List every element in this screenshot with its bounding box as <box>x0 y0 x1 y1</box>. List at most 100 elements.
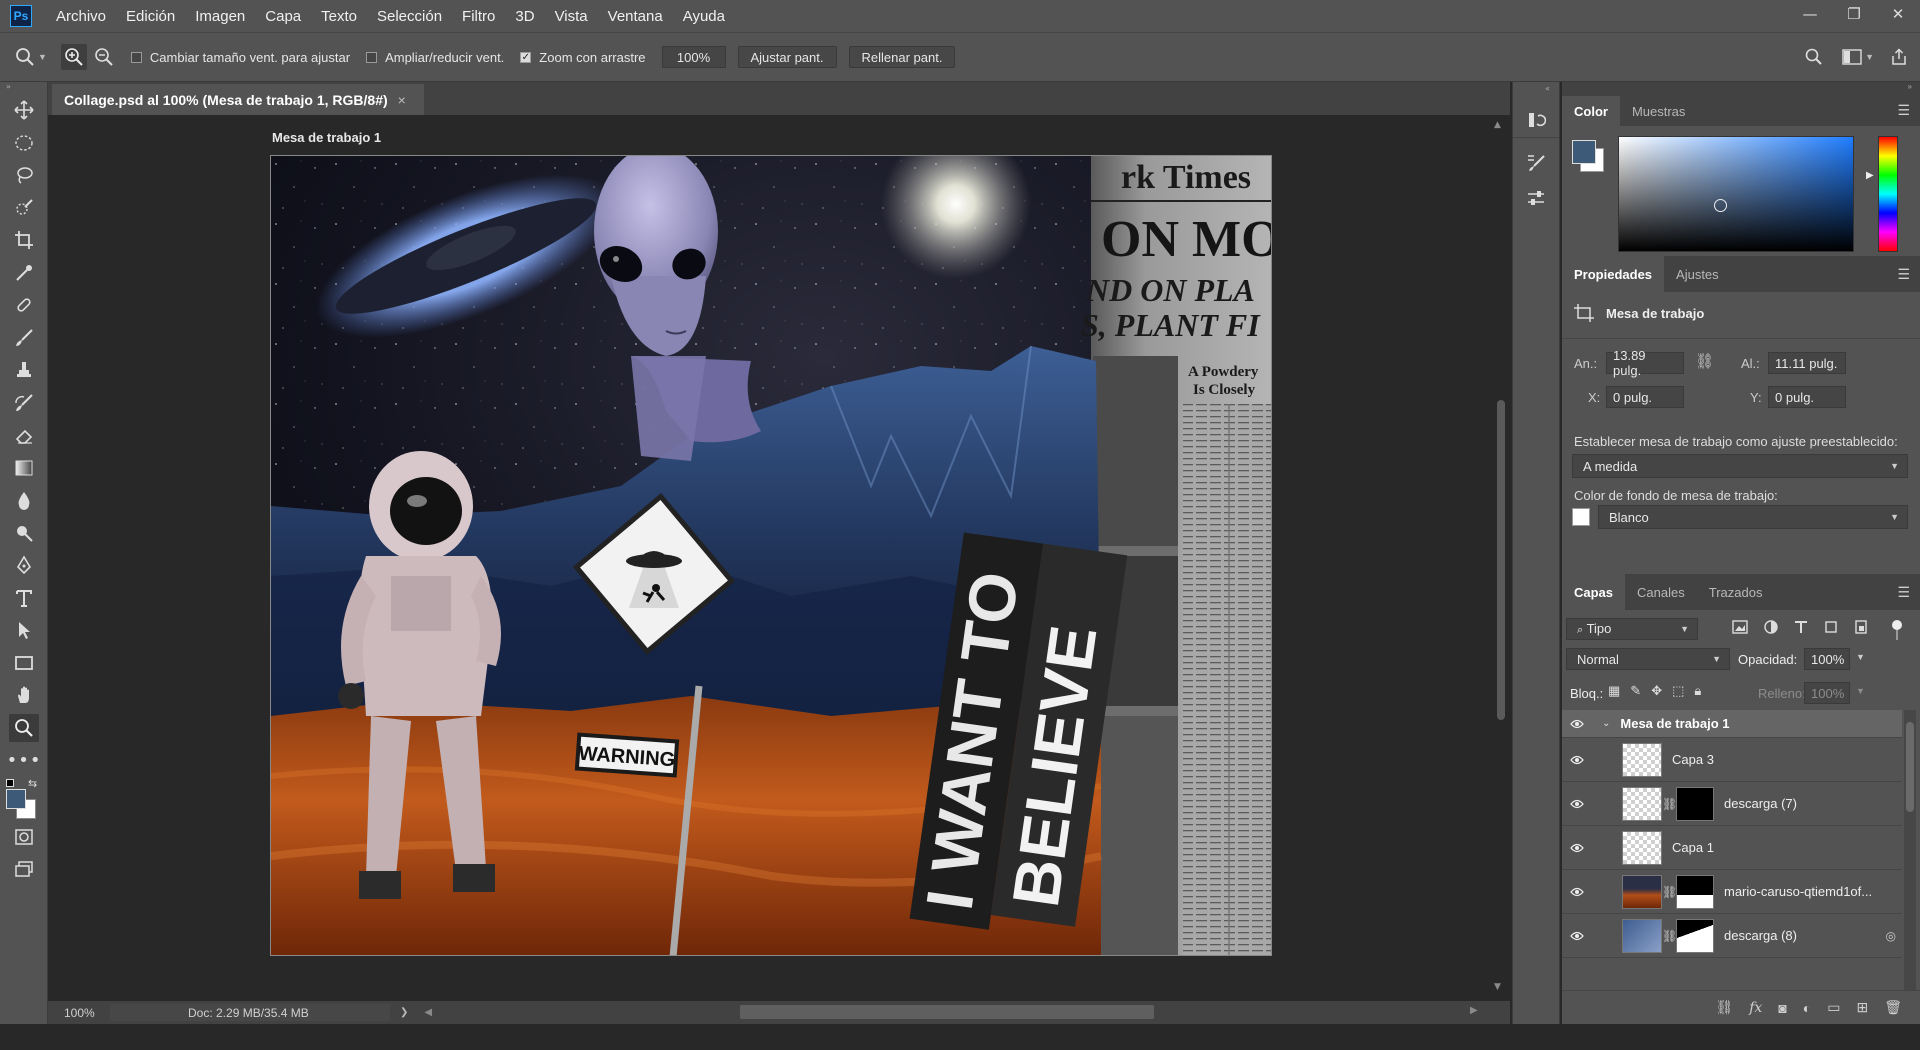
link-mask-icon[interactable]: ⛓ <box>1662 885 1677 899</box>
close-window-button[interactable]: ✕ <box>1876 0 1920 28</box>
chevron-down-icon[interactable]: ▼ <box>1856 686 1865 696</box>
menu-seleccion[interactable]: Selección <box>367 8 452 25</box>
blur-tool[interactable] <box>0 484 48 517</box>
tab-layers[interactable]: Capas <box>1562 574 1626 610</box>
eyedropper-tool[interactable] <box>0 257 48 290</box>
status-doc-info[interactable]: Doc: 2.29 MB/35.4 MB <box>110 1004 390 1021</box>
filter-toggle-icon[interactable] <box>1892 620 1902 630</box>
tab-channels[interactable]: Canales <box>1625 574 1697 610</box>
gradient-tool[interactable] <box>0 452 48 485</box>
menu-archivo[interactable]: Archivo <box>46 8 116 25</box>
vertical-scrollbar-thumb[interactable] <box>1497 400 1505 720</box>
pixel-filter-icon[interactable] <box>1732 620 1748 634</box>
collapse-icon[interactable]: « <box>1513 82 1559 102</box>
tab-swatches[interactable]: Muestras <box>1620 96 1697 126</box>
quick-selection-tool[interactable] <box>0 192 48 225</box>
scroll-down-icon[interactable]: ▼ <box>1494 982 1501 992</box>
lock-image-icon[interactable]: ✎ <box>1630 683 1641 699</box>
link-layers-icon[interactable]: ⛓ <box>1715 999 1733 1016</box>
y-field[interactable]: 0 pulg. <box>1768 386 1846 408</box>
bg-color-swatch[interactable] <box>1572 508 1590 526</box>
layer-style-icon[interactable]: ◎ <box>1886 929 1896 943</box>
width-field[interactable]: 13.89 pulg. <box>1606 348 1684 378</box>
lock-all-icon[interactable]: 🔒︎ <box>1694 683 1701 699</box>
zoom-all-windows-checkbox[interactable]: Ampliar/reducir vent. <box>366 50 504 65</box>
color-picker-cursor[interactable] <box>1714 199 1727 212</box>
tab-adjustments[interactable]: Ajustes <box>1664 256 1731 292</box>
layers-scrollbar-thumb[interactable] <box>1906 722 1914 812</box>
scroll-left-icon[interactable]: ◀ <box>424 1007 432 1018</box>
artboard-label[interactable]: Mesa de trabajo 1 <box>272 130 381 145</box>
link-dimensions-icon[interactable]: ⛓ <box>1695 352 1714 370</box>
adjustments-sliders-icon[interactable] <box>1513 180 1559 216</box>
layer-mask-thumbnail[interactable] <box>1676 874 1714 909</box>
crop-tool[interactable] <box>0 224 48 257</box>
visibility-eye-icon[interactable] <box>1562 931 1592 941</box>
rectangle-tool[interactable] <box>0 647 48 680</box>
menu-edicion[interactable]: Edición <box>116 8 185 25</box>
scroll-up-icon[interactable]: ▲ <box>1494 120 1501 130</box>
move-tool[interactable] <box>0 94 48 127</box>
chevron-down-icon[interactable]: ⌄ <box>1602 718 1610 729</box>
default-colors-icon[interactable] <box>6 778 14 787</box>
layer-mask-thumbnail[interactable] <box>1676 786 1714 821</box>
layer-group-row[interactable]: ⌄ Mesa de trabajo 1 <box>1562 710 1902 738</box>
new-layer-icon[interactable]: ⊞ <box>1856 999 1868 1016</box>
fill-field[interactable]: 100% <box>1804 682 1850 704</box>
layer-row[interactable]: Capa 1 <box>1562 826 1902 870</box>
dodge-tool[interactable] <box>0 517 48 550</box>
share-icon[interactable] <box>1886 44 1912 70</box>
layers-scrollbar[interactable] <box>1904 710 1916 1010</box>
panel-menu-icon[interactable]: ☰ <box>1897 102 1910 119</box>
visibility-eye-icon[interactable] <box>1562 719 1592 729</box>
color-picker-field[interactable] <box>1618 136 1854 252</box>
path-selection-tool[interactable] <box>0 614 48 647</box>
healing-brush-tool[interactable] <box>0 289 48 322</box>
search-icon[interactable] <box>1801 44 1827 70</box>
visibility-eye-icon[interactable] <box>1562 755 1592 765</box>
link-mask-icon[interactable]: ⛓ <box>1662 929 1677 943</box>
shape-filter-icon[interactable] <box>1824 620 1838 634</box>
menu-capa[interactable]: Capa <box>255 8 311 25</box>
layer-row[interactable]: ⛓ mario-caruso-qtiemd1of... <box>1562 870 1902 914</box>
panel-menu-icon[interactable]: ☰ <box>1897 584 1910 601</box>
menu-filtro[interactable]: Filtro <box>452 8 505 25</box>
type-filter-icon[interactable] <box>1794 620 1808 634</box>
workspace-icon[interactable] <box>1839 44 1865 70</box>
lasso-tool[interactable] <box>0 159 48 192</box>
menu-vista[interactable]: Vista <box>545 8 598 25</box>
fit-screen-button[interactable]: Ajustar pant. <box>737 46 837 68</box>
hue-slider[interactable] <box>1878 136 1898 252</box>
clone-stamp-tool[interactable] <box>0 354 48 387</box>
opacity-field[interactable]: 100% <box>1804 648 1850 670</box>
lock-transparency-icon[interactable]: ▦ <box>1608 683 1620 699</box>
zoom-tool-preset-icon[interactable] <box>12 44 38 70</box>
scrubby-zoom-checkbox[interactable]: ✓ Zoom con arrastre <box>520 50 646 65</box>
eraser-tool[interactable] <box>0 419 48 452</box>
menu-texto[interactable]: Texto <box>311 8 367 25</box>
layer-filter-dropdown[interactable]: ⌕ Tipo ▼ <box>1566 618 1698 640</box>
x-field[interactable]: 0 pulg. <box>1606 386 1684 408</box>
zoom-in-icon[interactable] <box>60 44 87 70</box>
document-tab[interactable]: Collage.psd al 100% (Mesa de trabajo 1, … <box>52 84 424 115</box>
new-group-icon[interactable]: ▭ <box>1827 999 1840 1016</box>
add-mask-icon[interactable]: ◙ <box>1778 1000 1786 1016</box>
screen-mode-icon[interactable] <box>0 853 48 886</box>
brush-tool[interactable] <box>0 322 48 355</box>
menu-imagen[interactable]: Imagen <box>185 8 255 25</box>
menu-3d[interactable]: 3D <box>505 8 544 25</box>
horizontal-scrollbar-thumb[interactable] <box>740 1005 1154 1019</box>
pen-tool[interactable] <box>0 549 48 582</box>
preset-dropdown[interactable]: A medida ▼ <box>1572 454 1908 478</box>
marquee-tool[interactable] <box>0 127 48 160</box>
layer-row[interactable]: ⛓ descarga (7) <box>1562 782 1902 826</box>
chevron-down-icon[interactable]: ▼ <box>1856 652 1865 662</box>
status-arrow-icon[interactable]: ❯ <box>400 1007 408 1018</box>
zoom-tool[interactable] <box>0 712 48 745</box>
delete-layer-icon[interactable]: 🗑︎ <box>1884 999 1902 1016</box>
foreground-color-swatch[interactable] <box>6 788 26 809</box>
hue-slider-handle-icon[interactable]: ▶ <box>1866 170 1874 181</box>
layer-mask-thumbnail[interactable] <box>1676 918 1714 953</box>
photoshop-logo[interactable]: Ps <box>10 5 32 27</box>
visibility-eye-icon[interactable] <box>1562 799 1592 809</box>
